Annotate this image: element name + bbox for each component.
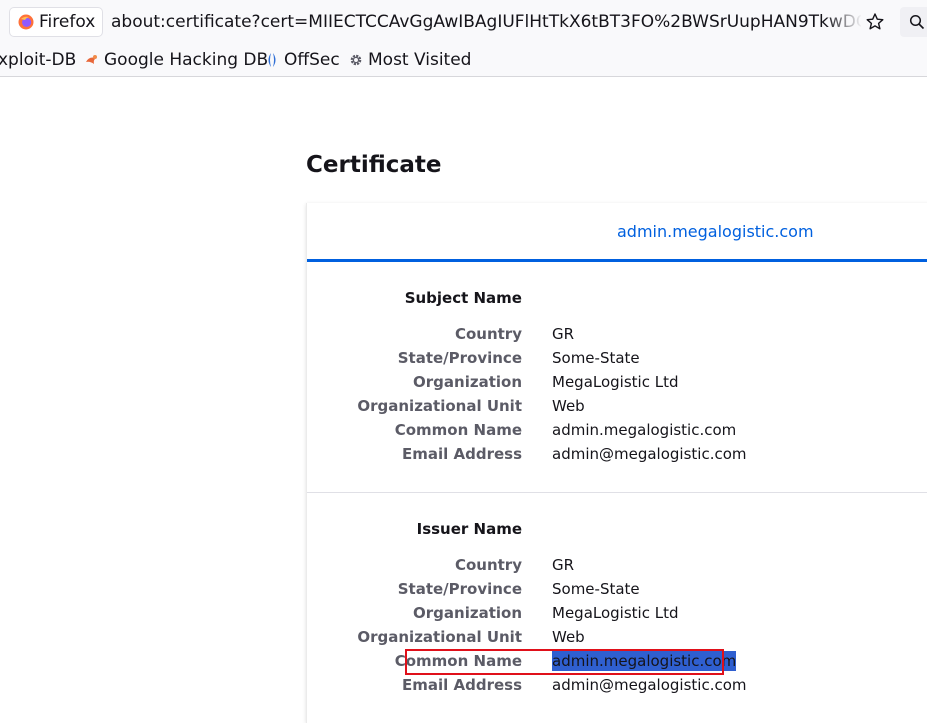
field-value: admin.megalogistic.com [552,421,737,439]
field-value: Some-State [552,580,640,598]
field-label: Country [454,556,522,574]
issuer-row-org-unit: Organizational Unit Web [307,627,927,651]
issuer-row-organization: Organization MegaLogistic Ltd [307,603,927,627]
field-label: Country [454,325,522,343]
field-value: GR [552,556,575,574]
identity-box[interactable]: Firefox [10,8,102,36]
field-value: Web [552,397,585,415]
highlight-annotation-box [405,649,724,675]
bookmark-star-icon[interactable] [864,11,886,33]
bookmark-google-hacking-db[interactable]: Google Hacking DB [84,49,268,71]
field-value: MegaLogistic Ltd [552,604,679,622]
field-label: Common Name [394,421,522,439]
bookmark-label: OffSec [284,50,340,70]
issuer-row-email: Email Address admin@megalogistic.com [307,675,927,699]
url-input[interactable]: about:certificate?cert=MIIECTCCAvGgAwIBA… [111,11,861,35]
firefox-icon [18,14,34,30]
field-label: Email Address [401,445,522,463]
bookmarks-toolbar: xploit-DB Google Hacking DB OffSec Most … [0,44,927,77]
field-label: State/Province [397,349,522,367]
section-divider [307,492,927,493]
url-fade [826,8,862,36]
field-value: admin@megalogistic.com [552,445,747,463]
subject-row-state: State/Province Some-State [307,348,927,372]
issuer-row-country: Country GR [307,555,927,579]
field-value: MegaLogistic Ltd [552,373,679,391]
identity-label: Firefox [39,12,96,32]
issuer-name-heading: Issuer Name [416,520,522,538]
gear-icon [350,54,362,66]
field-label: Email Address [401,676,522,694]
field-label: Organization [413,373,522,391]
certificate-tab-bar: admin.megalogistic.com [307,203,927,262]
search-button[interactable] [900,7,927,37]
bookmark-label: Most Visited [368,50,472,70]
tab-certificate-subject[interactable]: admin.megalogistic.com [617,222,814,242]
field-label: State/Province [397,580,522,598]
issuer-row-state: State/Province Some-State [307,579,927,603]
field-label: Organization [413,604,522,622]
offsec-icon [268,53,276,67]
subject-row-email: Email Address admin@megalogistic.com [307,444,927,468]
search-icon [909,14,925,30]
subject-row-organization: Organization MegaLogistic Ltd [307,372,927,396]
field-value: admin@megalogistic.com [552,676,747,694]
field-value: Some-State [552,349,640,367]
subject-row-org-unit: Organizational Unit Web [307,396,927,420]
urlbar: Firefox about:certificate?cert=MIIECTCCA… [0,0,927,44]
subject-name-heading: Subject Name [404,289,522,307]
google-hacking-db-icon [86,55,97,64]
subject-row-common-name: Common Name admin.megalogistic.com [307,420,927,444]
field-value: Web [552,628,585,646]
bookmark-label: xploit-DB [0,50,77,70]
field-label: Organizational Unit [357,628,522,646]
field-value: GR [552,325,575,343]
certificate-card: admin.megalogistic.com Subject Name Coun… [306,203,927,723]
subject-row-country: Country GR [307,324,927,348]
bookmark-label: Google Hacking DB [104,50,269,70]
field-label: Organizational Unit [357,397,522,415]
bookmark-offsec[interactable]: OffSec [264,49,340,71]
bookmark-exploit-db[interactable]: xploit-DB [0,49,76,71]
page-title: Certificate [306,152,442,178]
bookmark-most-visited[interactable]: Most Visited [348,49,471,71]
